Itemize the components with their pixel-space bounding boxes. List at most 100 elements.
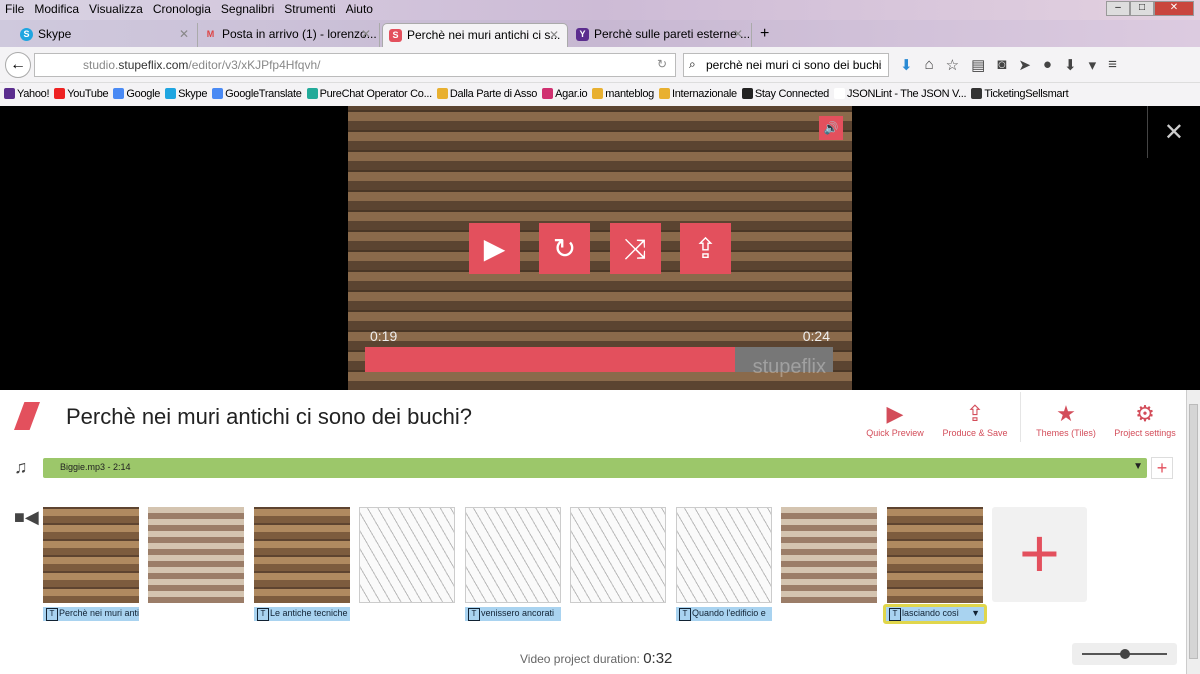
downloads-icon[interactable]: ⬇ (1064, 56, 1077, 74)
clip-thumbnail[interactable] (570, 507, 666, 603)
bookmark-item[interactable]: Stay Connected (741, 88, 829, 100)
clip-thumbnail[interactable] (148, 507, 244, 603)
menu-file[interactable]: File (0, 0, 29, 16)
bookmark-icon (542, 88, 554, 99)
tab-skype[interactable]: S Skype ✕ (14, 23, 198, 47)
bookmark-label: PureChat Operator Co... (319, 88, 433, 100)
total-time: 0:24 (802, 328, 830, 344)
clip-thumbnail[interactable] (781, 507, 877, 603)
menu-strumenti[interactable]: Strumenti (279, 0, 340, 16)
text-caption[interactable]: Le antiche tecniche (254, 607, 350, 621)
clip-thumbnail[interactable] (676, 507, 772, 603)
project-settings-button[interactable]: ⚙ Project settings (1105, 400, 1185, 438)
clip-thumbnail[interactable] (887, 507, 983, 603)
close-window-button[interactable]: ✕ (1154, 1, 1194, 16)
url-path: /editor/v3/xKJPfp4Hfqvh/ (188, 58, 321, 72)
clip-thumbnail[interactable] (359, 507, 455, 603)
bookmark-item[interactable]: manteblog (592, 88, 654, 100)
themes-button[interactable]: ★ Themes (Tiles) (1026, 400, 1106, 438)
clip-thumbnail[interactable] (254, 507, 350, 603)
tab-stupeflix[interactable]: S Perchè nei muri antichi ci s... ✕ (382, 23, 568, 47)
bookmark-item[interactable]: Internazionale (658, 88, 737, 100)
close-tab-icon[interactable]: ✕ (549, 28, 559, 42)
search-input[interactable]: ⌕ perchè nei muri ci sono dei buchi → (683, 53, 889, 77)
text-caption[interactable]: venissero ancorati (465, 607, 561, 621)
hamburger-menu-icon[interactable]: ≡ (1108, 56, 1117, 74)
produce-save-button[interactable]: ⇪ Produce & Save (935, 400, 1015, 438)
slider-handle[interactable] (1120, 649, 1130, 659)
shuffle-button[interactable]: ⤨ (610, 223, 661, 274)
dropdown-icon[interactable]: ▾ (1089, 56, 1097, 74)
menu-modifica[interactable]: Modifica (29, 0, 84, 16)
chevron-down-icon[interactable]: ▼ (971, 608, 980, 618)
bookmark-item[interactable]: JSONLint - The JSON V... (833, 88, 967, 100)
menu-cronologia[interactable]: Cronologia (148, 0, 216, 16)
scrollbar[interactable] (1186, 390, 1200, 674)
menu-aiuto[interactable]: Aiuto (341, 0, 378, 16)
text-caption[interactable]: Quando l'edificio e (676, 607, 772, 621)
add-clip-button[interactable]: + (992, 507, 1087, 602)
close-player-icon[interactable]: ✕ (1164, 118, 1184, 147)
maximize-button[interactable]: □ (1130, 1, 1154, 16)
project-title[interactable]: Perchè nei muri antichi ci sono dei buch… (66, 404, 472, 430)
gear-icon: ⚙ (1135, 401, 1155, 426)
play-icon: ▶ (886, 401, 904, 426)
scrollbar-thumb[interactable] (1189, 404, 1198, 659)
text-caption-selected[interactable]: lasciando così ▼ (883, 604, 987, 624)
close-tab-icon[interactable]: ✕ (361, 27, 371, 41)
current-time: 0:19 (370, 328, 398, 344)
timeline-zoom-slider[interactable] (1072, 643, 1177, 665)
quick-preview-button[interactable]: ▶ Quick Preview (855, 400, 935, 438)
bookmark-icon (658, 88, 670, 99)
reading-list-icon[interactable]: ▤ (971, 56, 985, 74)
download-status-icon[interactable]: ⬇ (900, 56, 913, 74)
bookmark-item[interactable]: Yahoo! (4, 88, 50, 100)
bookmark-item[interactable]: Agar.io (542, 88, 588, 100)
bookmark-item[interactable]: YouTube (54, 88, 109, 100)
go-arrow-icon[interactable]: → (871, 57, 883, 71)
bookmark-icon (113, 88, 125, 99)
music-track[interactable]: Biggie.mp3 - 2:14 ▼ (43, 458, 1147, 478)
clip-thumbnail[interactable] (43, 507, 139, 603)
pocket-icon[interactable]: ◙ (997, 56, 1006, 74)
bookmark-item[interactable]: GoogleTranslate (212, 88, 302, 100)
share-button[interactable]: ⇪ (680, 223, 731, 274)
bookmark-item[interactable]: Dalla Parte di Asso (436, 88, 537, 100)
close-tab-icon[interactable]: ✕ (733, 27, 743, 41)
search-icon: ⌕ (689, 57, 696, 71)
bookmark-star-icon[interactable]: ☆ (946, 56, 959, 74)
clip-thumbnail[interactable] (465, 507, 561, 603)
reload-icon[interactable]: ↻ (657, 57, 667, 71)
bookmark-icon (212, 88, 224, 99)
menu-segnalibri[interactable]: Segnalibri (216, 0, 279, 16)
menu-visualizza[interactable]: Visualizza (84, 0, 148, 16)
tab-label: Perchè sulle pareti esterne ... (594, 27, 751, 41)
extension-icon[interactable]: ● (1043, 56, 1052, 74)
url-domain: stupeflix.com (118, 58, 189, 72)
gmail-icon: M (206, 29, 215, 39)
video-frame[interactable]: 🔊 ▶ ↻ ⤨ ⇪ 0:19 0:24 stupeflix (348, 106, 852, 390)
volume-icon[interactable]: 🔊 (819, 116, 843, 140)
back-button[interactable]: ← (5, 52, 31, 78)
bookmark-item[interactable]: PureChat Operator Co... (306, 88, 433, 100)
divider (1147, 106, 1148, 158)
close-tab-icon[interactable]: ✕ (179, 27, 189, 41)
bookmark-item[interactable]: Google (113, 88, 160, 100)
bookmark-icon (741, 88, 753, 99)
url-bar[interactable]: studio.stupeflix.com/editor/v3/xKJPfp4Hf… (34, 53, 676, 77)
tab-gmail[interactable]: M Posta in arrivo (1) - lorenzo... ✕ (198, 23, 380, 47)
home-icon[interactable]: ⌂ (925, 56, 934, 74)
bookmark-item[interactable]: TicketingSellsmart (971, 88, 1069, 100)
tab-yahoo[interactable]: Y Perchè sulle pareti esterne ... ✕ (570, 23, 752, 47)
minimize-button[interactable]: – (1106, 1, 1130, 16)
tab-label: Posta in arrivo (1) - lorenzo... (222, 27, 377, 41)
add-music-button[interactable]: + (1151, 457, 1173, 479)
play-button[interactable]: ▶ (469, 223, 520, 274)
new-tab-button[interactable]: + (756, 21, 777, 45)
label: Project settings (1114, 428, 1176, 438)
chevron-down-icon[interactable]: ▼ (1133, 461, 1143, 472)
bookmark-item[interactable]: Skype (165, 88, 207, 100)
text-caption[interactable]: Perchè nei muri antichi (43, 607, 139, 621)
replay-button[interactable]: ↻ (539, 223, 590, 274)
send-icon[interactable]: ➤ (1018, 56, 1031, 74)
